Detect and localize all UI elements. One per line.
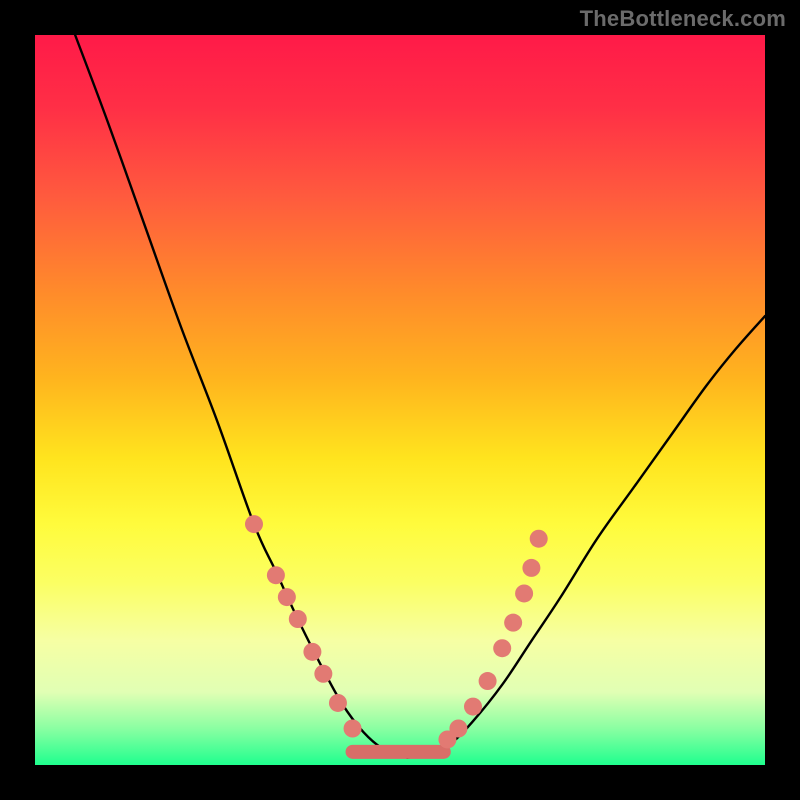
plot-area — [35, 35, 765, 765]
data-dot — [464, 698, 482, 716]
data-dot — [245, 515, 263, 533]
bottleneck-curve-left — [75, 35, 407, 758]
data-dot — [267, 566, 285, 584]
data-dot — [522, 559, 540, 577]
data-dot — [303, 643, 321, 661]
chart-svg — [35, 35, 765, 765]
data-dots-left — [245, 515, 362, 737]
data-dot — [504, 614, 522, 632]
data-dot — [479, 672, 497, 690]
data-dot — [278, 588, 296, 606]
data-dot — [289, 610, 307, 628]
watermark-text: TheBottleneck.com — [580, 6, 786, 32]
data-dot — [314, 665, 332, 683]
data-dot — [515, 584, 533, 602]
chart-frame: TheBottleneck.com — [0, 0, 800, 800]
data-dot — [344, 720, 362, 738]
bottleneck-curve-right — [407, 316, 765, 758]
data-dot — [329, 694, 347, 712]
data-dot — [449, 720, 467, 738]
data-dot — [493, 639, 511, 657]
data-dot — [530, 530, 548, 548]
